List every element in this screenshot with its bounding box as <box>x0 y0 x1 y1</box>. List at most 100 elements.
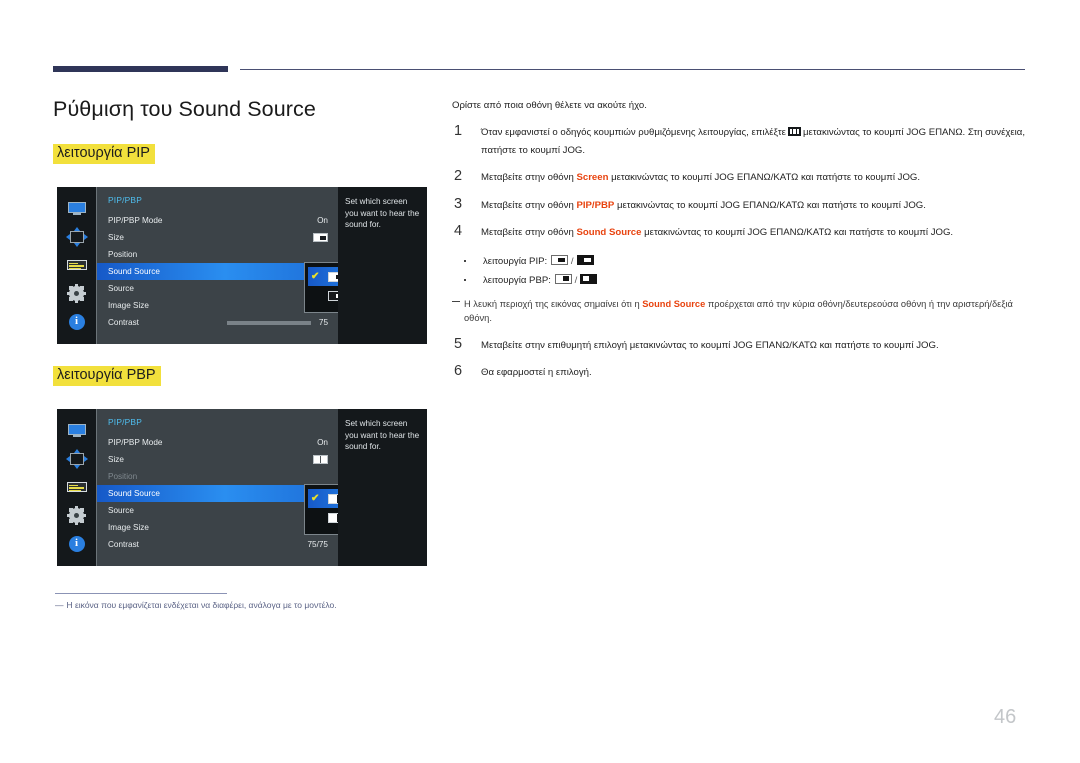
contrast-slider[interactable] <box>227 321 311 325</box>
note-highlight: Sound Source <box>642 298 706 309</box>
bullet-label: λειτουργία PIP: <box>483 255 548 267</box>
osd-row-label: Contrast <box>108 318 139 327</box>
check-icon: ✔ <box>311 270 320 282</box>
bullet-separator: / <box>574 274 578 286</box>
osd-menu-body-pbp: PIP/PBP PIP/PBP Mode On Size Position So… <box>96 409 427 566</box>
monitor-icon[interactable] <box>66 421 88 441</box>
info-icon[interactable]: i <box>66 312 88 332</box>
osd-row-value: 75/75 <box>307 540 329 549</box>
bullet-pip-mode: λειτουργία PIP: / <box>462 252 1028 271</box>
footnote-rule <box>55 593 227 594</box>
osd-row-source[interactable]: Source <box>97 502 337 519</box>
step-number: 5 <box>454 335 463 352</box>
bullet-separator: / <box>570 255 574 267</box>
bullet-pbp-mode: λειτουργία PBP: / <box>462 271 1028 290</box>
step-highlight: Screen <box>576 172 609 183</box>
osd-icon-rail-pbp: i <box>57 409 96 566</box>
osd-row-value: On <box>317 216 328 225</box>
instructions-note: Η λευκή περιοχή της εικόνας σημαίνει ότι… <box>452 297 1019 326</box>
osd-row-label: PIP/PBP Mode <box>108 216 163 225</box>
footnote: ― Η εικόνα που εμφανίζεται ενδέχεται να δ… <box>55 599 475 611</box>
step-number: 3 <box>454 195 463 212</box>
pip-main-screen-icon <box>550 254 568 265</box>
osd-row-image-size[interactable]: Image Size <box>97 519 337 536</box>
step-number: 6 <box>454 363 463 379</box>
osd-row-position: Position <box>97 468 337 485</box>
gear-icon[interactable] <box>66 284 88 304</box>
header-rule-thick <box>53 66 228 72</box>
osd-screenshot-pbp: i PIP/PBP PIP/PBP Mode On Size Position … <box>57 409 427 566</box>
step-text-b: μετακινώντας το κουμπί JOG ΕΠΑΝΩ/ΚΑΤΩ κα… <box>644 227 954 238</box>
header-rule-thin <box>240 69 1025 70</box>
bullet-label: λειτουργία PBP: <box>483 274 551 286</box>
step-text-a: Όταν εμφανιστεί ο οδηγός κουμπιών ρυθμιζ… <box>481 127 786 138</box>
osd-row-contrast[interactable]: Contrast 75 <box>97 314 337 331</box>
osd-row-contrast[interactable]: Contrast 75/75 <box>97 536 337 553</box>
step-highlight: PIP/PBP <box>576 199 615 211</box>
step-2: 2 Μεταβείτε στην οθόνη Screen μετακινώντ… <box>452 168 1028 187</box>
osd-row-image-size[interactable]: Image Size <box>97 297 337 314</box>
step-text-a: Μεταβείτε στην οθόνη <box>481 199 574 211</box>
osd-menu-title-pbp: PIP/PBP <box>108 417 142 427</box>
step-3: 3 Μεταβείτε στην οθόνη PIP/PBP μετακινών… <box>452 195 1028 215</box>
osd-row-sound-source[interactable]: Sound Source <box>97 485 329 502</box>
gear-icon[interactable] <box>66 506 88 526</box>
osd-icon-rail-pip: i <box>57 187 96 344</box>
pbp-right-screen-icon <box>580 273 598 284</box>
footnote-text: Η εικόνα που εμφανίζεται ενδέχεται να δι… <box>66 600 337 610</box>
bullet-dot <box>464 259 467 262</box>
osd-row-pip-pbp-mode[interactable]: PIP/PBP Mode On <box>97 434 337 451</box>
page-number: 46 <box>994 706 1017 728</box>
bullet-dot <box>464 278 467 281</box>
note-dash <box>452 300 460 302</box>
osd-row-size[interactable]: Size <box>97 229 337 246</box>
osd-row-source[interactable]: Source <box>97 280 337 297</box>
info-icon[interactable]: i <box>66 534 88 554</box>
osd-row-label: Sound Source <box>108 267 160 276</box>
osd-screenshot-pip: i PIP/PBP PIP/PBP Mode On Size Position … <box>57 187 427 344</box>
page-title: Ρύθμιση του Sound Source <box>53 97 316 121</box>
section-heading-pbp: λειτουργία PBP <box>53 366 161 387</box>
osd-row-value: On <box>317 438 328 447</box>
step-number: 1 <box>454 123 463 139</box>
step-text-a: Μεταβείτε στην οθόνη <box>481 172 574 183</box>
step-4: 4 Μεταβείτε στην οθόνη Sound Source μετα… <box>452 223 1028 242</box>
step-text-b: μετακινώντας το κουμπί JOG ΕΠΑΝΩ/ΚΑΤΩ κα… <box>611 172 921 183</box>
osd-row-label: PIP/PBP Mode <box>108 438 163 447</box>
osd-row-label: Image Size <box>108 523 149 532</box>
note-text-a: Η λευκή περιοχή της εικόνας σημαίνει ότι… <box>464 298 640 309</box>
pbp-left-screen-icon <box>554 273 572 284</box>
osd-row-pip-pbp-mode[interactable]: PIP/PBP Mode On <box>97 212 337 229</box>
check-icon: ✔ <box>311 492 320 504</box>
osd-row-value: 75 <box>318 318 328 327</box>
footnote-dash: ― <box>55 600 64 610</box>
step-number: 2 <box>454 168 463 184</box>
bullet-list: λειτουργία PIP: / λειτουργία PBP: / <box>452 252 1028 290</box>
pbp-size-glyph <box>313 451 328 468</box>
osd-row-position[interactable]: Position <box>97 246 337 263</box>
osd-row-sound-source[interactable]: Sound Source <box>97 263 329 280</box>
section-heading-pip: λειτουργία PIP <box>53 144 155 165</box>
move-arrows-icon[interactable] <box>65 227 88 248</box>
list-lines-icon[interactable] <box>66 255 88 275</box>
step-text-a: Θα εφαρμοστεί η επιλογή. <box>481 367 592 378</box>
step-highlight: Sound Source <box>576 227 642 238</box>
osd-row-label: Position <box>108 472 138 481</box>
pip-size-glyph <box>313 229 328 246</box>
list-lines-icon[interactable] <box>66 477 88 497</box>
osd-row-label: Sound Source <box>108 489 160 498</box>
monitor-icon[interactable] <box>66 199 88 219</box>
step-5: 5 Μεταβείτε στην επιθυμητή επιλογή μετακ… <box>452 335 1028 355</box>
pip-sub-screen-icon <box>576 254 594 265</box>
osd-row-size[interactable]: Size <box>97 451 337 468</box>
move-arrows-icon[interactable] <box>65 449 88 470</box>
osd-row-label: Size <box>108 455 124 464</box>
osd-menu-title-pip: PIP/PBP <box>108 195 142 205</box>
jog-guide-icon <box>787 127 801 136</box>
osd-row-label: Size <box>108 233 124 242</box>
step-text-a: Μεταβείτε στην οθόνη <box>481 227 574 238</box>
osd-row-label: Source <box>108 284 134 293</box>
step-text-a: Μεταβείτε στην επιθυμητή επιλογή μετακιν… <box>481 339 939 351</box>
step-6: 6 Θα εφαρμοστεί η επιλογή. <box>452 363 1028 382</box>
osd-help-text-pbp: Set which screen you want to hear the so… <box>338 409 427 566</box>
